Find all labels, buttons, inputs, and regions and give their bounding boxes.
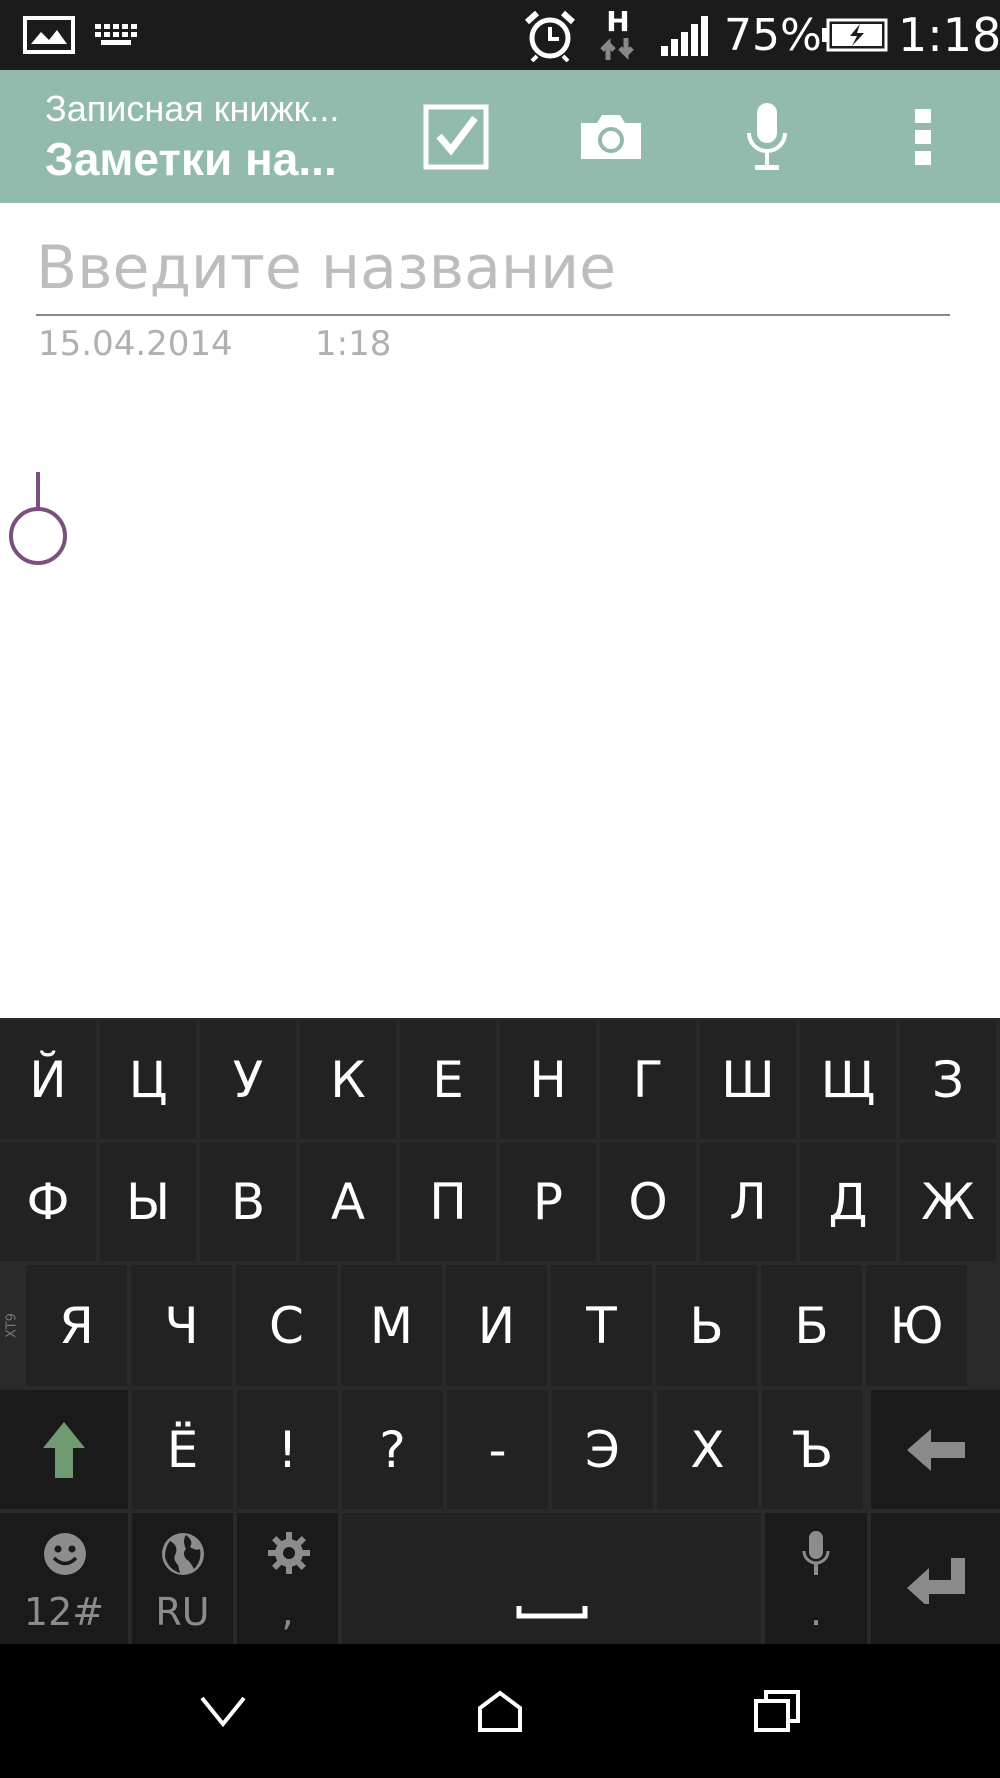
shift-arrow-icon — [43, 1421, 85, 1478]
recents-icon — [754, 1690, 800, 1732]
note-time: 1:18 — [315, 324, 392, 364]
key-row2-6[interactable]: Р — [500, 1143, 596, 1261]
key-row3-8[interactable]: Б — [761, 1265, 862, 1386]
alarm-icon — [520, 0, 580, 70]
key-row3-4[interactable]: М — [341, 1265, 442, 1386]
key-row1-3[interactable]: У — [200, 1020, 296, 1139]
key-row4-5[interactable]: Э — [552, 1390, 653, 1509]
clock: 1:18 — [898, 8, 1000, 62]
key-row1-2[interactable]: Ц — [100, 1020, 196, 1139]
backspace-key[interactable] — [871, 1390, 1000, 1509]
key-row2-9[interactable]: Д — [800, 1143, 896, 1261]
language-key[interactable]: RU — [132, 1513, 233, 1644]
overflow-menu-icon — [915, 108, 931, 165]
navigation-bar — [0, 1644, 1000, 1778]
key-row2-3[interactable]: В — [200, 1143, 296, 1261]
key-row1-4[interactable]: К — [300, 1020, 396, 1139]
back-button[interactable] — [153, 1644, 293, 1778]
key-row1-5[interactable]: Е — [400, 1020, 496, 1139]
key-row3-2[interactable]: Ч — [131, 1265, 232, 1386]
key-row3-6[interactable]: Т — [551, 1265, 652, 1386]
backspace-arrow-icon — [906, 1428, 965, 1471]
battery-percentage: 75% — [724, 9, 822, 61]
key-row3-7[interactable]: Ь — [656, 1265, 757, 1386]
settings-key[interactable]: , — [237, 1513, 338, 1644]
note-title-input[interactable] — [36, 222, 950, 316]
key-row1-6[interactable]: Н — [500, 1020, 596, 1139]
key-row3-3[interactable]: С — [236, 1265, 337, 1386]
key-row1-10[interactable]: З — [900, 1020, 996, 1139]
text-cursor-handle[interactable] — [6, 470, 68, 570]
numbers-emoji-key[interactable]: 12# — [0, 1513, 128, 1644]
checkbox-button[interactable] — [401, 70, 511, 203]
camera-button[interactable] — [556, 70, 666, 203]
globe-icon — [162, 1533, 204, 1575]
key-row4-3[interactable]: ? — [342, 1390, 443, 1509]
back-icon — [200, 1696, 246, 1727]
key-row1-1[interactable]: Й — [0, 1020, 96, 1139]
microphone-button[interactable] — [712, 70, 822, 203]
checkbox-icon — [423, 104, 489, 169]
key-row1-7[interactable]: Г — [600, 1020, 696, 1139]
key-row3-1[interactable]: Я — [26, 1265, 127, 1386]
camera-icon — [581, 114, 641, 159]
numbers-label: 12# — [23, 1590, 105, 1634]
key-row4-4[interactable]: - — [447, 1390, 548, 1509]
period-label: . — [809, 1590, 823, 1634]
data-transfer-icon: H — [594, 0, 642, 70]
key-row3-5[interactable]: И — [446, 1265, 547, 1386]
key-row2-1[interactable]: Ф — [0, 1143, 96, 1261]
key-row3-9[interactable]: Ю — [866, 1265, 967, 1386]
section-title[interactable]: Заметки на... — [45, 132, 337, 186]
key-row2-4[interactable]: А — [300, 1143, 396, 1261]
network-type-label: H — [606, 5, 630, 38]
enter-icon — [906, 1557, 965, 1604]
shift-key[interactable] — [0, 1390, 128, 1509]
smiley-icon — [44, 1533, 86, 1575]
xt9-label: XT9 — [4, 1313, 20, 1338]
key-row4-2[interactable]: ! — [237, 1390, 338, 1509]
key-row4-7[interactable]: Ъ — [762, 1390, 863, 1509]
signal-icon — [660, 0, 716, 70]
key-row2-8[interactable]: Л — [700, 1143, 796, 1261]
image-notification-icon — [22, 0, 76, 70]
key-row1-8[interactable]: Ш — [700, 1020, 796, 1139]
voice-input-key[interactable]: . — [765, 1513, 867, 1644]
keyboard-icon — [90, 0, 144, 70]
key-row1-9[interactable]: Щ — [800, 1020, 896, 1139]
space-key[interactable] — [342, 1513, 761, 1644]
microphone-icon — [747, 102, 787, 170]
enter-key[interactable] — [871, 1513, 1000, 1644]
microphone-icon — [802, 1531, 830, 1575]
gear-icon — [268, 1532, 310, 1574]
key-row2-2[interactable]: Ы — [100, 1143, 196, 1261]
home-button[interactable] — [430, 1644, 570, 1778]
home-icon — [478, 1690, 522, 1732]
note-date: 15.04.2014 — [38, 324, 233, 364]
language-label: RU — [155, 1590, 210, 1634]
notebook-subtitle[interactable]: Записная книжк... — [45, 88, 339, 130]
action-bar: Записная книжк... Заметки на... — [0, 70, 1000, 203]
key-row4-6[interactable]: Х — [657, 1390, 758, 1509]
recents-button[interactable] — [707, 1644, 847, 1778]
key-row2-10[interactable]: Ж — [900, 1143, 996, 1261]
space-bar-icon — [516, 1606, 588, 1619]
key-row2-7[interactable]: О — [600, 1143, 696, 1261]
keyboard: ЙЦУКЕНГШЩЗ ФЫВАПРОЛДЖ XT9 ЯЧСМИТЬБЮ Ё!? -… — [0, 1018, 1000, 1644]
overflow-menu-button[interactable] — [868, 70, 978, 203]
status-bar: H 75% 1:18 — [0, 0, 1000, 70]
key-row2-5[interactable]: П — [400, 1143, 496, 1261]
comma-label: , — [281, 1590, 294, 1634]
battery-charging-icon — [820, 0, 890, 70]
key-row4-1[interactable]: Ё — [132, 1390, 233, 1509]
